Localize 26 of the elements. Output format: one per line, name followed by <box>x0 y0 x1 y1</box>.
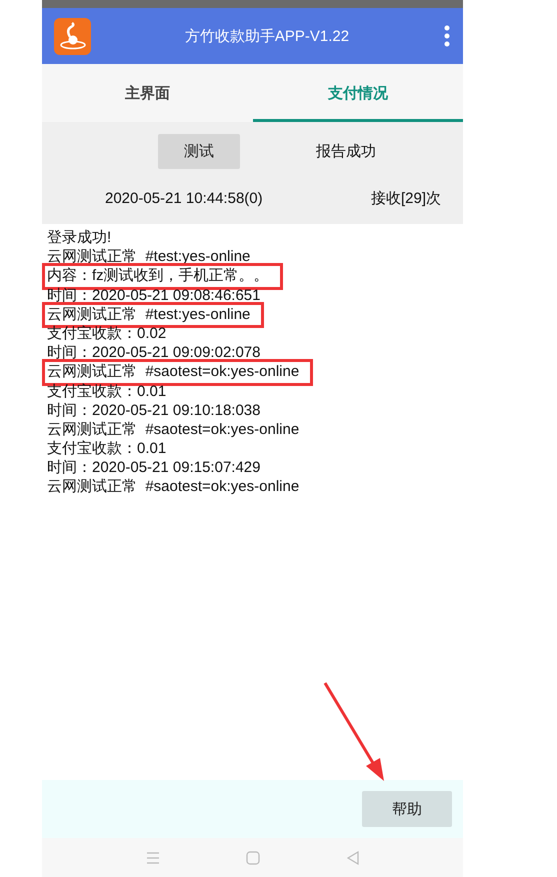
log-line: 云网测试正常 #saotest=ok:yes-online <box>47 420 300 438</box>
test-button[interactable]: 测试 <box>158 134 240 168</box>
timestamp: 2020-05-21 10:44:58(0) <box>105 190 263 206</box>
app-title: 方竹收款助手APP-V1.22 <box>184 26 350 46</box>
log-line: 支付宝收款：0.02 <box>47 324 166 342</box>
menu-icon[interactable] <box>144 850 160 866</box>
log-line: 云网测试正常 #saotest=ok:yes-online <box>47 363 300 380</box>
log-line: 登录成功! <box>47 229 112 246</box>
back-icon[interactable] <box>344 850 360 866</box>
log-line: 时间：2020-05-21 09:08:46:651 <box>47 286 260 304</box>
tab[interactable]: 主界面 <box>42 64 252 122</box>
log-line: 支付宝收款：0.01 <box>47 382 166 400</box>
log-line: 支付宝收款：0.01 <box>47 440 166 458</box>
log-line: 时间：2020-05-21 09:15:07:429 <box>47 459 260 476</box>
log-line: 时间：2020-05-21 09:10:18:038 <box>47 402 260 419</box>
log-line: 云网测试正常 #test:yes-online <box>47 306 250 323</box>
app-logo <box>54 18 91 54</box>
help-button[interactable]: 帮助 <box>362 791 452 827</box>
received-count: 接收[29]次 <box>370 188 441 208</box>
report-status: 报告成功 <box>316 142 376 160</box>
home-icon[interactable] <box>244 850 260 866</box>
log-line: 内容：fz测试收到，手机正常。。 <box>47 267 269 284</box>
log-line: 时间：2020-05-21 09:09:02:078 <box>47 344 260 362</box>
log-line: 云网测试正常 #saotest=ok:yes-online <box>47 478 300 496</box>
log-line: 云网测试正常 #test:yes-online <box>47 248 250 266</box>
more-menu-icon[interactable] <box>443 25 451 47</box>
